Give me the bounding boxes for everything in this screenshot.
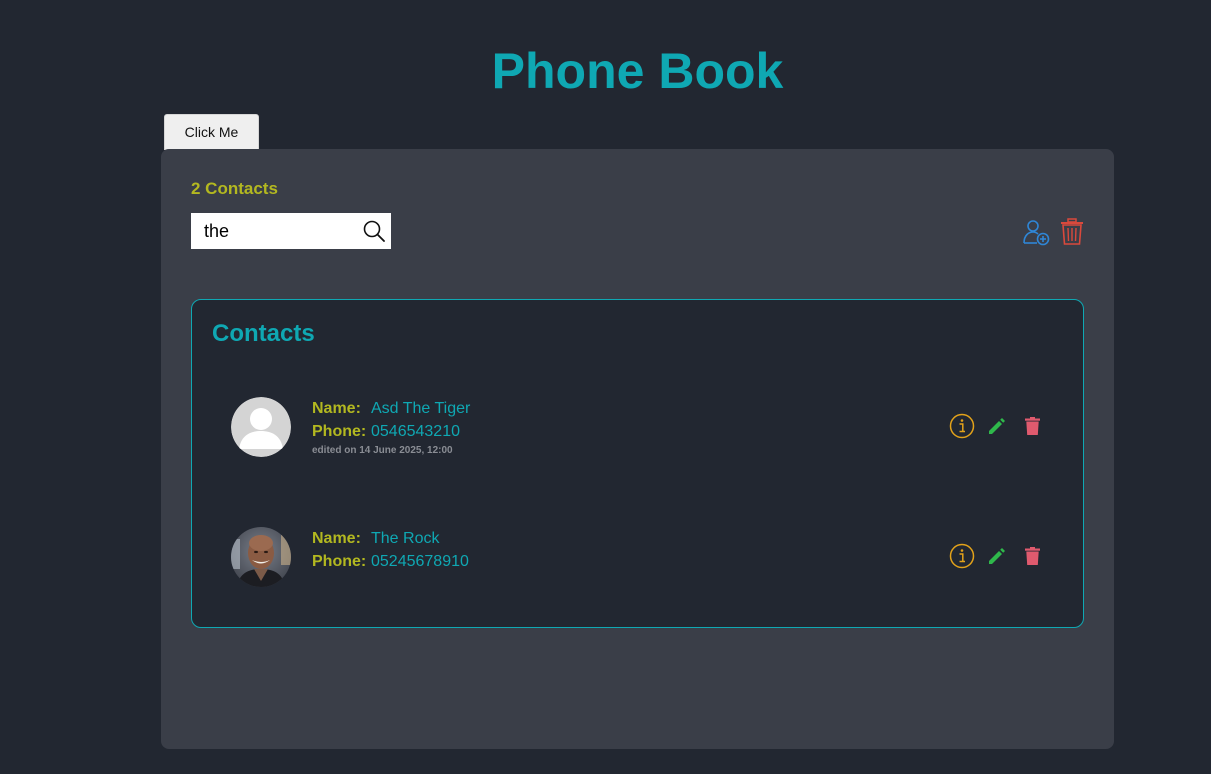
phonebook-panel: 2 Contacts Contacts (161, 149, 1114, 749)
pencil-icon[interactable] (988, 547, 1006, 565)
contacts-list: Contacts Name: Asd The Tiger Phone: 054654… (191, 299, 1084, 628)
contact-phone: 0546543210 (371, 423, 460, 440)
contacts-heading: Contacts (212, 320, 315, 347)
phone-label: Phone: (312, 423, 367, 440)
click-me-button[interactable]: Click Me (164, 114, 259, 150)
add-contact-icon[interactable] (1022, 218, 1050, 246)
info-icon[interactable] (949, 413, 975, 439)
list-item[interactable]: Name: The Rock Phone: 05245678910 (192, 527, 1083, 589)
photo-avatar (231, 527, 291, 587)
contact-info: Name: The Rock Phone: 05245678910 (312, 527, 469, 573)
contact-info: Name: Asd The Tiger Phone: 0546543210 edit… (312, 397, 470, 458)
search-box (191, 213, 391, 249)
search-icon[interactable] (363, 220, 385, 242)
contact-name: Asd The Tiger (371, 400, 471, 417)
info-icon[interactable] (949, 543, 975, 569)
contacts-count: 2 Contacts (191, 179, 278, 198)
page-title: Phone Book (491, 43, 784, 99)
delete-icon[interactable] (1025, 547, 1040, 565)
edited-timestamp: edited on 14 June 2025, 12:00 (312, 445, 453, 456)
name-label: Name: (312, 400, 361, 417)
default-avatar (231, 397, 291, 457)
pencil-icon[interactable] (988, 417, 1006, 435)
trash-icon[interactable] (1060, 218, 1084, 245)
phone-label: Phone: (312, 553, 367, 570)
list-item[interactable]: Name: Asd The Tiger Phone: 0546543210 edit… (192, 397, 1083, 459)
contact-phone: 05245678910 (371, 553, 469, 570)
search-input[interactable] (191, 213, 356, 249)
delete-icon[interactable] (1025, 417, 1040, 435)
contact-name: The Rock (371, 530, 440, 547)
name-label: Name: (312, 530, 361, 547)
